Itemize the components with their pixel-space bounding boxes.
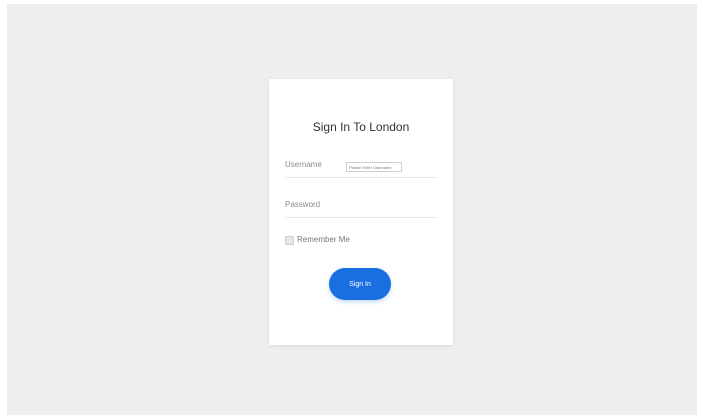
remember-me-checkbox[interactable] xyxy=(285,236,294,245)
page-background: Sign In To London Username Password Reme… xyxy=(7,4,697,415)
remember-me-label: Remember Me xyxy=(297,235,350,244)
password-row: Password xyxy=(285,197,437,218)
username-input[interactable] xyxy=(346,162,402,172)
login-card: Sign In To London Username Password Reme… xyxy=(269,79,453,345)
password-input[interactable] xyxy=(346,202,430,210)
password-label: Password xyxy=(285,200,321,209)
username-row: Username xyxy=(285,157,437,178)
username-label: Username xyxy=(285,160,322,169)
login-title: Sign In To London xyxy=(312,120,410,134)
sign-in-button[interactable]: Sign In xyxy=(329,268,391,300)
